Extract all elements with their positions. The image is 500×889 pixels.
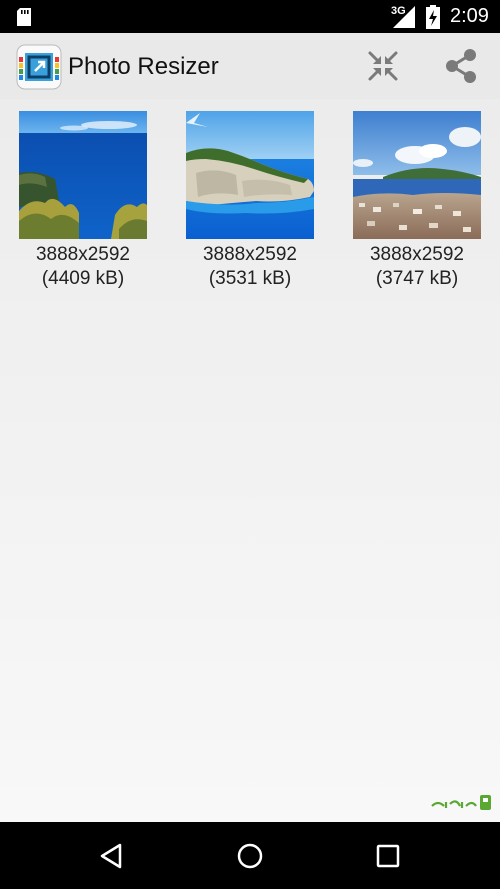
app-title: Photo Resizer — [68, 53, 219, 80]
recent-apps-icon — [376, 844, 400, 868]
clock: 2:09 — [450, 5, 489, 27]
compress-icon — [368, 51, 398, 81]
battery-icon — [426, 5, 440, 29]
photo-file-size: (3747 kB) — [375, 268, 459, 289]
photo-item[interactable]: 3888x2592 (3531 kB) — [186, 111, 314, 291]
photo-thumbnail[interactable] — [19, 111, 147, 239]
home-button[interactable] — [233, 838, 267, 874]
share-icon — [446, 49, 476, 83]
photo-thumbnail[interactable] — [186, 111, 314, 239]
photo-grid: 3888x2592 (4409 kB) 3888x2592 (3531 kB) … — [0, 99, 500, 822]
sd-card-icon — [17, 8, 31, 26]
photo-file-size: (3531 kB) — [208, 268, 292, 289]
back-icon — [100, 843, 122, 869]
home-icon — [237, 843, 263, 869]
status-bar: 3G 2:09 — [0, 0, 500, 33]
recent-apps-button[interactable] — [372, 838, 404, 874]
signal-icon — [393, 6, 415, 28]
photo-thumbnail[interactable] — [353, 111, 481, 239]
photo-dimensions: 3888x2592 — [35, 244, 131, 265]
watermark-logo — [431, 795, 491, 810]
app-logo-icon — [16, 44, 62, 90]
photo-item[interactable]: 3888x2592 (3747 kB) — [353, 111, 481, 291]
photo-item[interactable]: 3888x2592 (4409 kB) — [19, 111, 147, 291]
photo-dimensions: 3888x2592 — [202, 244, 298, 265]
compress-button[interactable] — [364, 47, 402, 85]
photo-file-size: (4409 kB) — [41, 268, 125, 289]
photo-dimensions: 3888x2592 — [369, 244, 465, 265]
navigation-bar — [0, 822, 500, 889]
share-button[interactable] — [442, 47, 480, 85]
app-bar: Photo Resizer — [0, 33, 500, 99]
back-button[interactable] — [96, 838, 128, 874]
